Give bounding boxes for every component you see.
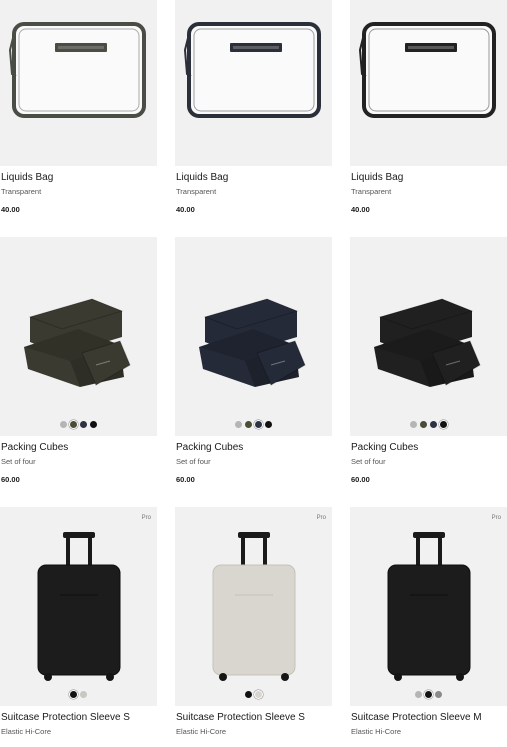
product-price: 60.00 [351, 475, 370, 484]
color-swatch[interactable] [435, 691, 442, 698]
product-image[interactable]: Pro [0, 507, 157, 706]
color-swatch[interactable] [60, 421, 67, 428]
suitcase-image [387, 532, 471, 681]
color-swatch[interactable] [255, 421, 262, 428]
product-name[interactable]: Liquids Bag [176, 172, 228, 184]
product-image[interactable] [175, 0, 332, 166]
product-image[interactable]: Pro [350, 507, 507, 706]
color-swatch[interactable] [425, 691, 432, 698]
product-name[interactable]: Packing Cubes [176, 442, 243, 454]
product-price: 40.00 [351, 205, 370, 214]
product-price: 40.00 [1, 205, 20, 214]
packing-cubes-image [374, 298, 481, 387]
color-swatches [350, 691, 507, 698]
product-image[interactable] [350, 237, 507, 436]
color-swatch[interactable] [80, 691, 87, 698]
product-variant: Set of four [351, 457, 386, 466]
product-variant: Elastic Hi-Core [351, 727, 402, 736]
product-name[interactable]: Liquids Bag [1, 172, 53, 184]
product-name[interactable]: Packing Cubes [1, 442, 68, 454]
product-variant: Set of four [1, 457, 36, 466]
product-image[interactable]: Pro [175, 507, 332, 706]
suitcase-image [212, 532, 296, 681]
color-swatch[interactable] [430, 421, 437, 428]
packing-cubes-image [24, 298, 131, 387]
color-swatches [0, 691, 157, 698]
color-swatches [0, 421, 157, 428]
color-swatches [175, 421, 332, 428]
color-swatch[interactable] [80, 421, 87, 428]
color-swatches [175, 691, 332, 698]
color-swatch[interactable] [265, 421, 272, 428]
color-swatch[interactable] [235, 421, 242, 428]
color-swatch[interactable] [70, 421, 77, 428]
liquids-bag-image [183, 22, 321, 118]
color-swatch[interactable] [245, 691, 252, 698]
pro-badge: Pro [141, 515, 151, 521]
product-variant: Set of four [176, 457, 211, 466]
color-swatch[interactable] [440, 421, 447, 428]
pro-badge: Pro [316, 515, 326, 521]
product-image[interactable] [0, 0, 157, 166]
product-name[interactable]: Suitcase Protection Sleeve S [1, 712, 130, 724]
product-name[interactable]: Suitcase Protection Sleeve M [351, 712, 482, 724]
product-price: 60.00 [1, 475, 20, 484]
product-variant: Transparent [351, 187, 392, 196]
liquids-bag-image [358, 22, 496, 118]
color-swatch[interactable] [245, 421, 252, 428]
product-variant: Transparent [176, 187, 217, 196]
product-image[interactable] [0, 237, 157, 436]
color-swatch[interactable] [420, 421, 427, 428]
color-swatch[interactable] [90, 421, 97, 428]
product-variant: Elastic Hi-Core [176, 727, 227, 736]
product-variant: Transparent [1, 187, 42, 196]
color-swatch[interactable] [70, 691, 77, 698]
product-name[interactable]: Suitcase Protection Sleeve S [176, 712, 305, 724]
pro-badge: Pro [491, 515, 501, 521]
product-name[interactable]: Packing Cubes [351, 442, 418, 454]
color-swatches [350, 421, 507, 428]
product-image[interactable] [350, 0, 507, 166]
product-price: 40.00 [176, 205, 195, 214]
product-price: 60.00 [176, 475, 195, 484]
product-name[interactable]: Liquids Bag [351, 172, 403, 184]
color-swatch[interactable] [255, 691, 262, 698]
color-swatch[interactable] [410, 421, 417, 428]
packing-cubes-image [199, 298, 306, 387]
liquids-bag-image [8, 22, 146, 118]
product-image[interactable] [175, 237, 332, 436]
color-swatch[interactable] [415, 691, 422, 698]
product-variant: Elastic Hi-Core [1, 727, 52, 736]
suitcase-image [37, 532, 121, 681]
